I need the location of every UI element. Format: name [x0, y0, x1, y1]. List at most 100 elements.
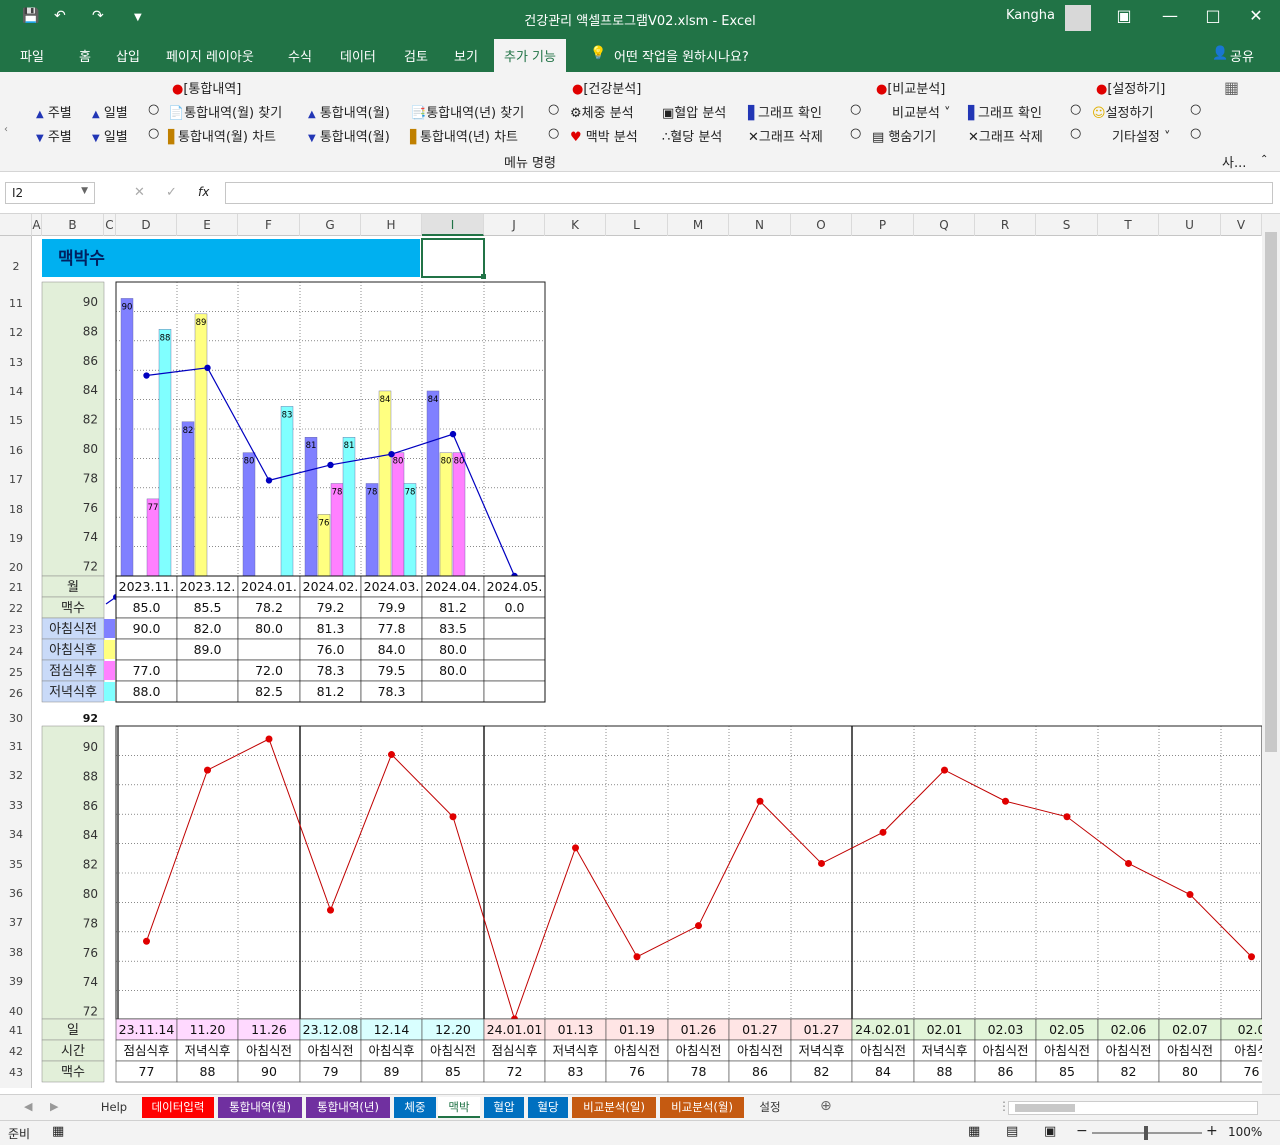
row-26[interactable]: 26 [0, 687, 32, 700]
tab-home[interactable]: 홈 [79, 46, 91, 65]
page-break-view-icon[interactable]: ▣ [1044, 1124, 1056, 1139]
vscroll-thumb[interactable] [1265, 232, 1277, 752]
pulse-analysis-button[interactable]: ♥ 맥박 분석 [570, 126, 638, 145]
cancel-icon[interactable]: ✕ [134, 185, 145, 200]
graph-delete-button-2[interactable]: ✕그래프 삭제 [968, 126, 1043, 145]
tab-file[interactable]: 파일 [20, 46, 44, 65]
row-24[interactable]: 24 [0, 645, 32, 658]
row-36[interactable]: 36 [0, 887, 32, 900]
row-33[interactable]: 33 [0, 799, 32, 812]
sheet-tab-compare-month[interactable]: 비교분석(월) [660, 1097, 744, 1118]
row-19[interactable]: 19 [0, 532, 32, 545]
col-R[interactable]: R [975, 214, 1036, 236]
monthly-down-button[interactable]: ▼ 통합내역(월) [308, 126, 390, 145]
tab-review[interactable]: 검토 [404, 46, 428, 65]
zoom-out-button[interactable]: − [1076, 1123, 1088, 1139]
radio-6[interactable]: ○ [148, 126, 159, 141]
sheet-tab-help[interactable]: Help [90, 1097, 138, 1118]
horizontal-scrollbar[interactable] [1008, 1101, 1258, 1115]
sheet-tab-bp[interactable]: 혈압 [484, 1097, 524, 1118]
radio-3[interactable]: ○ [850, 102, 861, 117]
row-14[interactable]: 14 [0, 385, 32, 398]
tab-data[interactable]: 데이터 [340, 46, 376, 65]
row-15[interactable]: 15 [0, 414, 32, 427]
grid-icon[interactable]: ▦ [1224, 78, 1239, 97]
row-25[interactable]: 25 [0, 666, 32, 679]
sheet-tab-weight[interactable]: 체중 [394, 1097, 436, 1118]
tab-view[interactable]: 보기 [454, 46, 478, 65]
tell-me-input[interactable]: 어떤 작업을 원하시나요? [614, 46, 749, 65]
zoom-slider-thumb[interactable] [1144, 1126, 1148, 1140]
graph-check-button-2[interactable]: ▋그래프 확인 [968, 102, 1042, 121]
graph-delete-button[interactable]: ✕그래프 삭제 [748, 126, 823, 145]
monthly-find-button[interactable]: 📄통합내역(월) 찾기 [168, 102, 282, 121]
col-O[interactable]: O [791, 214, 852, 236]
weekly-up-button[interactable]: ▲ 주별 [36, 102, 72, 121]
name-box[interactable]: I2 ▼ [5, 182, 95, 204]
normal-view-icon[interactable]: ▦ [968, 1124, 980, 1139]
radio-5[interactable]: ○ [1190, 102, 1201, 117]
row-40[interactable]: 40 [0, 1005, 32, 1018]
enter-icon[interactable]: ✓ [166, 185, 177, 200]
user-name[interactable]: Kangha [1006, 8, 1055, 23]
row-43[interactable]: 43 [0, 1066, 32, 1079]
select-all[interactable] [0, 214, 32, 236]
sheet-tab-sugar[interactable]: 혈당 [528, 1097, 568, 1118]
formula-input[interactable] [225, 182, 1273, 204]
col-C[interactable]: C [104, 214, 116, 236]
row-31[interactable]: 31 [0, 740, 32, 753]
bp-analysis-button[interactable]: ▣혈압 분석 [662, 102, 726, 121]
col-P[interactable]: P [852, 214, 914, 236]
selected-cell-I2[interactable] [421, 238, 485, 278]
daily-down-button[interactable]: ▼ 일별 [92, 126, 128, 145]
sheet-tab-monthly[interactable]: 통합내역(월) [218, 1097, 302, 1118]
col-A[interactable]: A [32, 214, 42, 236]
row-38[interactable]: 38 [0, 946, 32, 959]
row-34[interactable]: 34 [0, 828, 32, 841]
radio-10[interactable]: ○ [1190, 126, 1201, 141]
col-H[interactable]: H [361, 214, 422, 236]
other-settings-dropdown[interactable]: 기타설정 ˅ [1112, 126, 1170, 145]
prev-sheet-icon[interactable]: ◀ [24, 1100, 32, 1113]
row-39[interactable]: 39 [0, 975, 32, 988]
sheet-tab-yearly[interactable]: 통합내역(년) [306, 1097, 390, 1118]
radio-8[interactable]: ○ [850, 126, 861, 141]
col-D[interactable]: D [116, 214, 177, 236]
sheet-tab-pulse[interactable]: 맥박 [438, 1097, 480, 1118]
vertical-scrollbar[interactable] [1262, 214, 1280, 1094]
collapse-ribbon-icon[interactable]: ⌃ [1260, 154, 1268, 165]
row-35[interactable]: 35 [0, 858, 32, 871]
share-button[interactable]: 공유 [1230, 46, 1254, 65]
tab-addins[interactable]: 추가 기능 [494, 39, 566, 72]
row-2[interactable]: 2 [0, 260, 32, 273]
col-M[interactable]: M [668, 214, 729, 236]
col-I[interactable]: I [422, 214, 484, 236]
radio-7[interactable]: ○ [548, 126, 559, 141]
row-42[interactable]: 42 [0, 1045, 32, 1058]
row-30[interactable]: 30 [0, 712, 32, 725]
tab-insert[interactable]: 삽입 [116, 46, 140, 65]
maximize-icon[interactable]: □ [1203, 6, 1223, 25]
col-N[interactable]: N [729, 214, 791, 236]
col-T[interactable]: T [1098, 214, 1159, 236]
row-41[interactable]: 41 [0, 1024, 32, 1037]
yearly-find-button[interactable]: 📑통합내역(년) 찾기 [410, 102, 524, 121]
col-K[interactable]: K [545, 214, 606, 236]
col-S[interactable]: S [1036, 214, 1098, 236]
col-L[interactable]: L [606, 214, 668, 236]
col-Q[interactable]: Q [914, 214, 975, 236]
row-18[interactable]: 18 [0, 503, 32, 516]
compare-dropdown[interactable]: 비교분석 ˅ [892, 102, 950, 121]
tab-formulas[interactable]: 수식 [288, 46, 312, 65]
settings-button[interactable]: ☺설정하기 [1092, 102, 1153, 121]
ribbon-overflow[interactable]: 사... [1222, 152, 1246, 171]
row-13[interactable]: 13 [0, 356, 32, 369]
weekly-down-button[interactable]: ▼ 주별 [36, 126, 72, 145]
row-23[interactable]: 23 [0, 623, 32, 636]
row-32[interactable]: 32 [0, 769, 32, 782]
row-12[interactable]: 12 [0, 326, 32, 339]
radio-2[interactable]: ○ [548, 102, 559, 117]
row-22[interactable]: 22 [0, 602, 32, 615]
row-11[interactable]: 11 [0, 297, 32, 310]
col-U[interactable]: U [1159, 214, 1221, 236]
